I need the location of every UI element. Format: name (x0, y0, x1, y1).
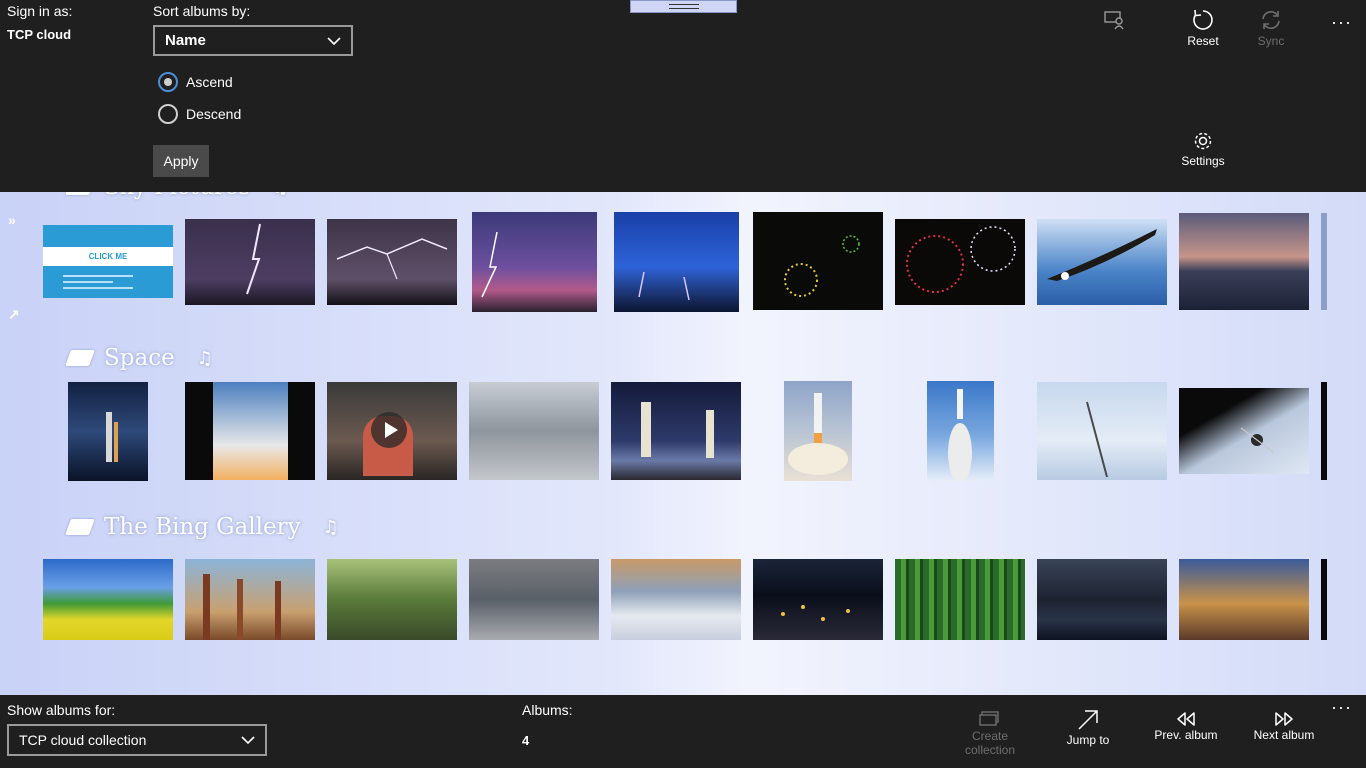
sign-in-label: Sign in as: (7, 3, 73, 19)
album-thumbnail[interactable] (1037, 559, 1167, 640)
settings-button[interactable]: Settings (1180, 130, 1226, 168)
album-thumbnail[interactable] (43, 559, 173, 640)
album-thumbnail[interactable]: CLICK ME (43, 225, 173, 298)
radio-ascend-label: Ascend (186, 74, 233, 90)
album-thumbnail[interactable] (472, 212, 597, 312)
album-title-bing-gallery[interactable]: The Bing Gallery ♫ (65, 514, 339, 540)
sync-label: Sync (1257, 34, 1285, 48)
album-thumbnail[interactable] (753, 559, 883, 640)
album-title-sky-pictures[interactable]: Sky Pictures ♫ (65, 192, 288, 200)
settings-label: Settings (1181, 154, 1225, 168)
jump-to-button[interactable]: Jump to (1062, 709, 1114, 747)
radio-descend[interactable]: Descend (158, 104, 241, 124)
create-label-line2: collection (964, 743, 1016, 757)
album-thumbnail[interactable] (1179, 388, 1309, 474)
prev-album-label: Prev. album (1154, 728, 1218, 742)
chevron-down-icon (327, 36, 341, 45)
album-book-icon (65, 192, 95, 195)
sort-label: Sort albums by: (153, 3, 251, 19)
account-button[interactable] (1104, 10, 1126, 32)
radio-ascend-indicator (158, 72, 178, 92)
fast-forward-icon[interactable]: » (8, 212, 16, 228)
album-thumbnail[interactable] (1321, 559, 1327, 640)
album-thumbnail[interactable] (753, 212, 883, 310)
chevron-down-icon (241, 736, 255, 745)
reset-icon (1193, 9, 1213, 30)
account-name[interactable]: TCP cloud (7, 27, 71, 42)
next-album-label: Next album (1253, 728, 1315, 742)
gear-icon (1194, 132, 1212, 150)
album-thumbnail[interactable] (469, 382, 599, 480)
album-thumbnail[interactable] (611, 382, 741, 480)
albums-count-label: Albums: (522, 702, 573, 718)
album-thumbnail[interactable] (1179, 213, 1309, 310)
album-thumbnail[interactable] (611, 559, 741, 640)
next-album-button[interactable]: Next album (1250, 712, 1318, 742)
album-thumbnail[interactable] (327, 382, 457, 480)
album-thumbnail[interactable] (1321, 382, 1327, 480)
collection-dropdown-value: TCP cloud collection (19, 732, 147, 748)
reset-label: Reset (1187, 34, 1219, 48)
create-collection-button[interactable]: Create collection (960, 711, 1020, 757)
jump-arrow-icon[interactable]: ↗ (8, 306, 20, 323)
album-title-text: Sky Pictures (104, 192, 250, 200)
album-thumbnail[interactable] (927, 381, 994, 481)
more-options-bottom[interactable]: ··· (1331, 697, 1352, 718)
album-thumbnail[interactable] (327, 219, 457, 305)
album-thumbnail[interactable] (1179, 559, 1309, 640)
show-albums-label: Show albums for: (7, 702, 116, 718)
radio-ascend[interactable]: Ascend (158, 72, 233, 92)
collection-dropdown[interactable]: TCP cloud collection (7, 724, 267, 756)
album-thumbnail[interactable] (784, 381, 852, 481)
play-icon (385, 422, 398, 438)
album-thumbnail[interactable] (1321, 213, 1327, 310)
album-title-text: Space (104, 345, 175, 371)
album-thumbnail[interactable] (1037, 219, 1167, 305)
more-options-top[interactable]: ··· (1331, 12, 1352, 33)
album-book-icon (65, 350, 95, 366)
album-thumbnail[interactable] (469, 559, 599, 640)
album-thumbnail[interactable] (1037, 382, 1167, 480)
bottom-app-bar: Show albums for: TCP cloud collection Al… (0, 695, 1366, 768)
panel-drag-handle[interactable] (630, 0, 737, 13)
jump-arrow-icon (1078, 710, 1098, 730)
sort-dropdown[interactable]: Name (153, 25, 353, 56)
album-thumbnail[interactable] (185, 559, 315, 640)
sync-button[interactable]: Sync (1254, 8, 1288, 48)
reset-button[interactable]: Reset (1185, 8, 1221, 48)
album-thumbnail[interactable] (185, 382, 315, 480)
sync-icon (1262, 11, 1280, 29)
rewind-icon (1177, 712, 1195, 726)
album-thumbnail[interactable] (614, 212, 739, 312)
album-gallery[interactable]: Sky Pictures ♫ » ↗ CLICK ME Space ♫ (0, 192, 1366, 695)
album-thumbnail[interactable] (327, 559, 457, 640)
apply-button[interactable]: Apply (153, 145, 209, 177)
album-thumbnail[interactable] (68, 382, 148, 481)
album-title-space[interactable]: Space ♫ (65, 345, 213, 371)
prev-album-button[interactable]: Prev. album (1152, 712, 1220, 742)
sort-dropdown-value: Name (165, 32, 206, 49)
jump-to-label: Jump to (1066, 733, 1110, 747)
radio-descend-label: Descend (186, 106, 242, 122)
album-thumbnail[interactable] (895, 559, 1025, 640)
collection-icon (979, 711, 999, 726)
radio-descend-indicator (158, 104, 178, 124)
album-title-text: The Bing Gallery (104, 514, 301, 540)
albums-count-value: 4 (522, 733, 530, 748)
account-icon (1104, 11, 1124, 30)
album-thumbnail[interactable] (185, 219, 315, 305)
album-book-icon (65, 519, 95, 535)
create-label-line1: Create (971, 729, 1009, 743)
music-note-icon[interactable]: ♫ (197, 348, 213, 369)
click-me-banner: CLICK ME (43, 247, 173, 266)
music-note-icon[interactable]: ♫ (323, 517, 339, 538)
sort-settings-panel: Sign in as: TCP cloud Sort albums by: Na… (0, 0, 1366, 192)
fast-forward-icon (1275, 712, 1293, 726)
album-thumbnail[interactable] (895, 219, 1025, 305)
music-note-icon[interactable]: ♫ (272, 192, 288, 198)
